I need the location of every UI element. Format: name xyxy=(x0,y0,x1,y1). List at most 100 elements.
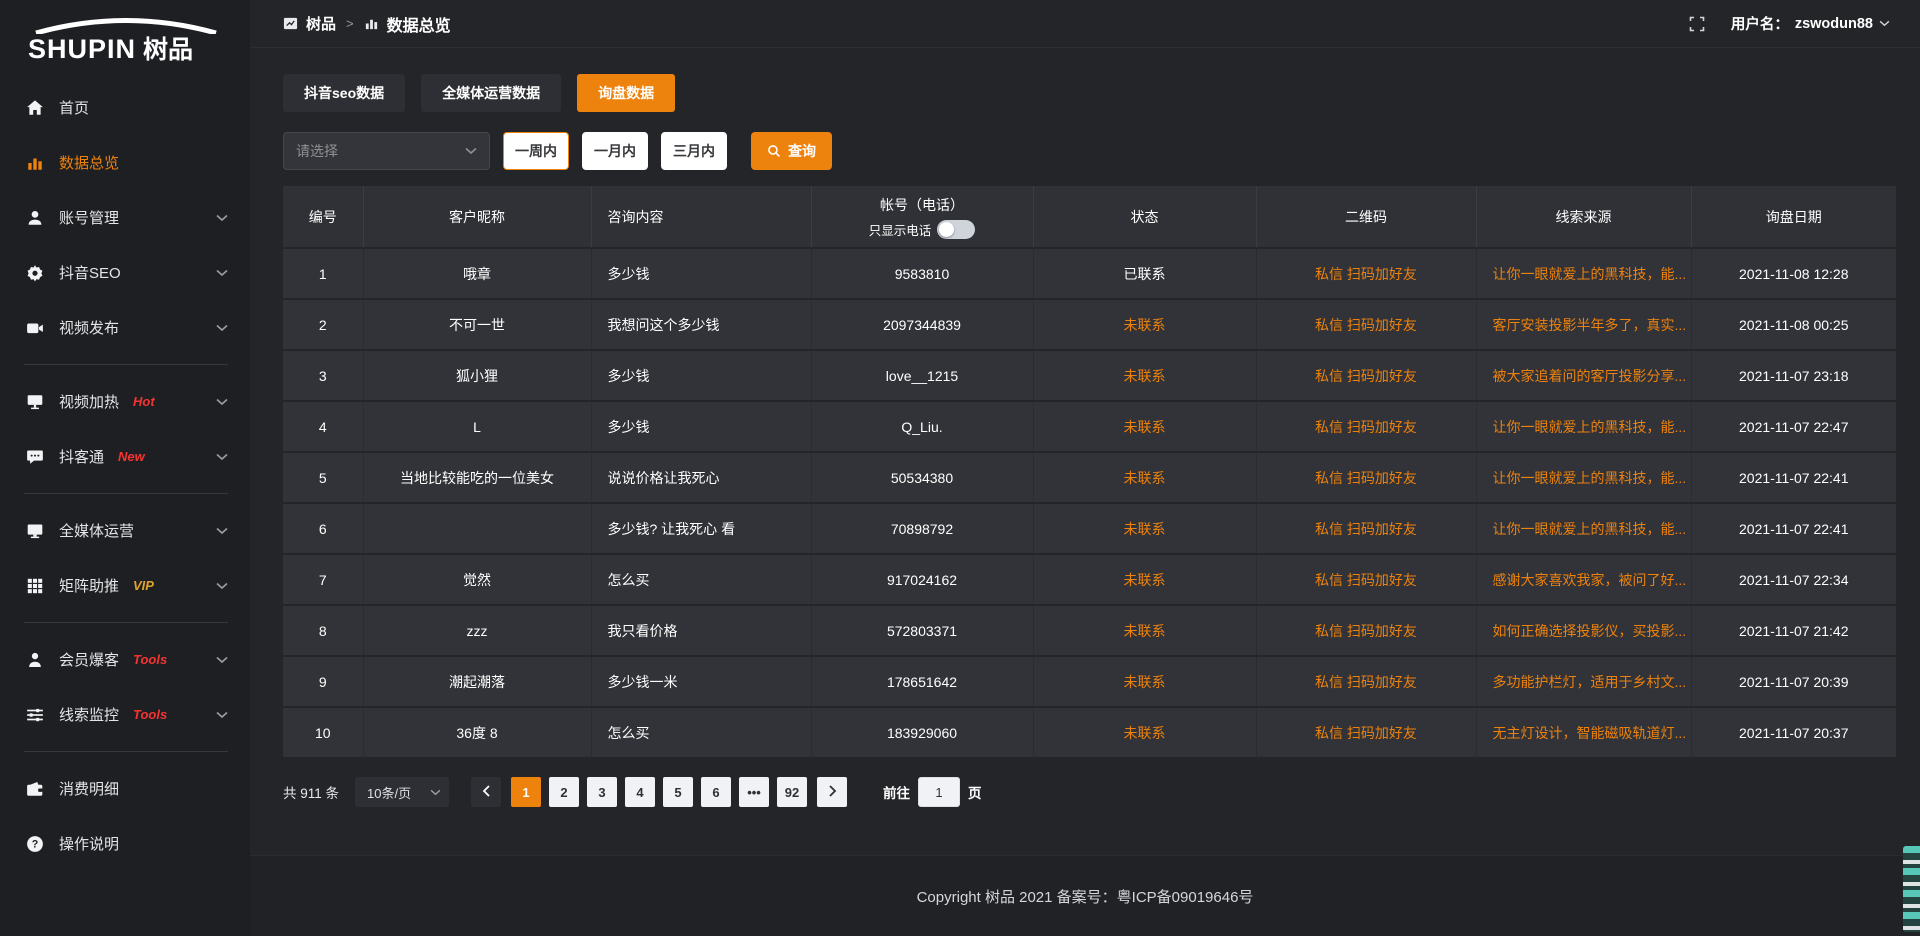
chevron-down-icon xyxy=(216,582,228,590)
cell-content: 多少钱? 让我死心 看 xyxy=(591,503,811,554)
sidebar-item[interactable]: 抖客通 New xyxy=(0,429,250,484)
page-button[interactable]: 4 xyxy=(625,777,655,807)
cell-date: 2021-11-07 21:42 xyxy=(1691,605,1896,656)
cell-account: 70898792 xyxy=(811,503,1033,554)
page-button[interactable]: ••• xyxy=(739,777,769,807)
cell-content: 我想问这个多少钱 xyxy=(591,299,811,350)
sidebar-item[interactable]: 视频发布 xyxy=(0,300,250,355)
cell-qrcode-link[interactable]: 私信 扫码加好友 xyxy=(1256,401,1476,452)
cell-source-link[interactable]: 让你一眼就爱上的黑科技，能... xyxy=(1476,248,1691,299)
inquiry-table: 编号 客户昵称 咨询内容 帐号（电话） 只显示电话 状态 二维码 线索来源 xyxy=(283,186,1896,759)
sidebar-item[interactable] xyxy=(24,364,228,365)
page-button[interactable]: 5 xyxy=(663,777,693,807)
table-row: 2 不可一世 我想问这个多少钱 2097344839 未联系 私信 扫码加好友 … xyxy=(283,299,1896,350)
cell-qrcode-link[interactable]: 私信 扫码加好友 xyxy=(1256,452,1476,503)
cell-qrcode-link[interactable]: 私信 扫码加好友 xyxy=(1256,299,1476,350)
sidebar-item[interactable] xyxy=(24,493,228,494)
cell-status: 已联系 xyxy=(1033,248,1256,299)
sidebar-item[interactable]: 抖音SEO xyxy=(0,245,250,300)
phone-only-toggle[interactable] xyxy=(937,220,975,239)
cell-source-link[interactable]: 客厅安装投影半年多了，真实... xyxy=(1476,299,1691,350)
cell-account: 50534380 xyxy=(811,452,1033,503)
goto-label: 前往 xyxy=(883,782,910,802)
cell-qrcode-link[interactable]: 私信 扫码加好友 xyxy=(1256,350,1476,401)
table-row: 3 狐小狸 多少钱 love__1215 未联系 私信 扫码加好友 被大家追着问… xyxy=(283,350,1896,401)
sidebar-item[interactable]: 首页 xyxy=(0,80,250,135)
sidebar-item[interactable]: 账号管理 xyxy=(0,190,250,245)
sidebar-item[interactable]: 数据总览 xyxy=(0,135,250,190)
edge-widget[interactable] xyxy=(1903,846,1920,932)
prev-page-button[interactable] xyxy=(471,777,501,807)
cell-source-link[interactable]: 让你一眼就爱上的黑科技，能... xyxy=(1476,401,1691,452)
sidebar-item[interactable]: 视频加热 Hot xyxy=(0,374,250,429)
sidebar-item-label: 全媒体运营 xyxy=(59,520,134,541)
sidebar-item-badge: Tools xyxy=(133,707,167,722)
cell-qrcode-link[interactable]: 私信 扫码加好友 xyxy=(1256,605,1476,656)
breadcrumb-root[interactable]: 树品 xyxy=(306,13,336,34)
cell-qrcode-link[interactable]: 私信 扫码加好友 xyxy=(1256,554,1476,605)
fullscreen-icon[interactable] xyxy=(1689,16,1705,32)
chat-icon xyxy=(26,448,44,466)
page-unit-label: 页 xyxy=(968,782,982,802)
col-source: 线索来源 xyxy=(1476,186,1691,248)
page-buttons: 1 2 3 4 5 6 ••• 92 xyxy=(511,777,807,807)
table-header-row: 编号 客户昵称 咨询内容 帐号（电话） 只显示电话 状态 二维码 线索来源 xyxy=(283,186,1896,248)
sidebar: SHUPIN 树品 首页 数据总览 xyxy=(0,0,250,936)
filter-select[interactable]: 请选择 xyxy=(283,132,490,170)
goto-page-input[interactable] xyxy=(918,777,960,807)
cell-source-link[interactable]: 被大家追着问的客厅投影分享... xyxy=(1476,350,1691,401)
filter-bar: 请选择 一周内 一月内 三月内 查询 xyxy=(283,132,1896,170)
sidebar-item-label: 操作说明 xyxy=(59,833,119,854)
cell-content: 怎么买 xyxy=(591,554,811,605)
cell-date: 2021-11-08 12:28 xyxy=(1691,248,1896,299)
sidebar-item[interactable]: 矩阵助推 VIP xyxy=(0,558,250,613)
period-button[interactable]: 三月内 xyxy=(661,132,727,170)
sidebar-item[interactable]: 会员爆客 Tools xyxy=(0,632,250,687)
page-button[interactable]: 6 xyxy=(701,777,731,807)
page-size-select[interactable]: 10条/页 xyxy=(355,777,449,807)
page-button[interactable]: 1 xyxy=(511,777,541,807)
cell-qrcode-link[interactable]: 私信 扫码加好友 xyxy=(1256,503,1476,554)
cell-qrcode-link[interactable]: 私信 扫码加好友 xyxy=(1256,707,1476,758)
sidebar-item[interactable]: 消费明细 xyxy=(0,761,250,816)
home-icon xyxy=(26,99,44,117)
cell-account: 9583810 xyxy=(811,248,1033,299)
next-page-button[interactable] xyxy=(817,777,847,807)
cell-qrcode-link[interactable]: 私信 扫码加好友 xyxy=(1256,656,1476,707)
page-button[interactable]: 92 xyxy=(777,777,807,807)
period-button[interactable]: 一周内 xyxy=(503,132,569,170)
cell-content: 我只看价格 xyxy=(591,605,811,656)
page-button[interactable]: 3 xyxy=(587,777,617,807)
sidebar-item[interactable] xyxy=(24,622,228,623)
sidebar-item[interactable]: 线索监控 Tools xyxy=(0,687,250,742)
page-button[interactable]: 2 xyxy=(549,777,579,807)
cell-source-link[interactable]: 感谢大家喜欢我家，被问了好... xyxy=(1476,554,1691,605)
search-button-label: 查询 xyxy=(788,141,816,161)
cell-source-link[interactable]: 如何正确选择投影仪，买投影... xyxy=(1476,605,1691,656)
sidebar-item[interactable]: 全媒体运营 xyxy=(0,503,250,558)
tab-button[interactable]: 抖音seo数据 xyxy=(283,74,405,112)
cell-id: 2 xyxy=(283,299,363,350)
cell-date: 2021-11-08 00:25 xyxy=(1691,299,1896,350)
user-menu[interactable]: 用户名： zswodun88 xyxy=(1731,13,1890,34)
period-button[interactable]: 一月内 xyxy=(582,132,648,170)
col-status: 状态 xyxy=(1033,186,1256,248)
cell-account: 178651642 xyxy=(811,656,1033,707)
sidebar-item[interactable]: ? 操作说明 xyxy=(0,816,250,871)
cell-source-link[interactable]: 多功能护栏灯，适用于乡村文... xyxy=(1476,656,1691,707)
cell-id: 6 xyxy=(283,503,363,554)
chart-icon xyxy=(26,154,44,172)
sidebar-item[interactable] xyxy=(24,751,228,752)
sidebar-item-label: 账号管理 xyxy=(59,207,119,228)
search-button[interactable]: 查询 xyxy=(751,132,832,170)
cell-source-link[interactable]: 让你一眼就爱上的黑科技，能... xyxy=(1476,503,1691,554)
tab-button[interactable]: 询盘数据 xyxy=(577,74,675,112)
cell-date: 2021-11-07 22:41 xyxy=(1691,503,1896,554)
cell-source-link[interactable]: 无主灯设计，智能磁吸轨道灯... xyxy=(1476,707,1691,758)
logo-latin: SHUPIN xyxy=(28,34,136,65)
tab-button[interactable]: 全媒体运营数据 xyxy=(421,74,561,112)
cell-qrcode-link[interactable]: 私信 扫码加好友 xyxy=(1256,248,1476,299)
sidebar-item-label: 消费明细 xyxy=(59,778,119,799)
cell-source-link[interactable]: 让你一眼就爱上的黑科技，能... xyxy=(1476,452,1691,503)
sidebar-menu: 首页 数据总览 账号管理 xyxy=(0,80,250,871)
